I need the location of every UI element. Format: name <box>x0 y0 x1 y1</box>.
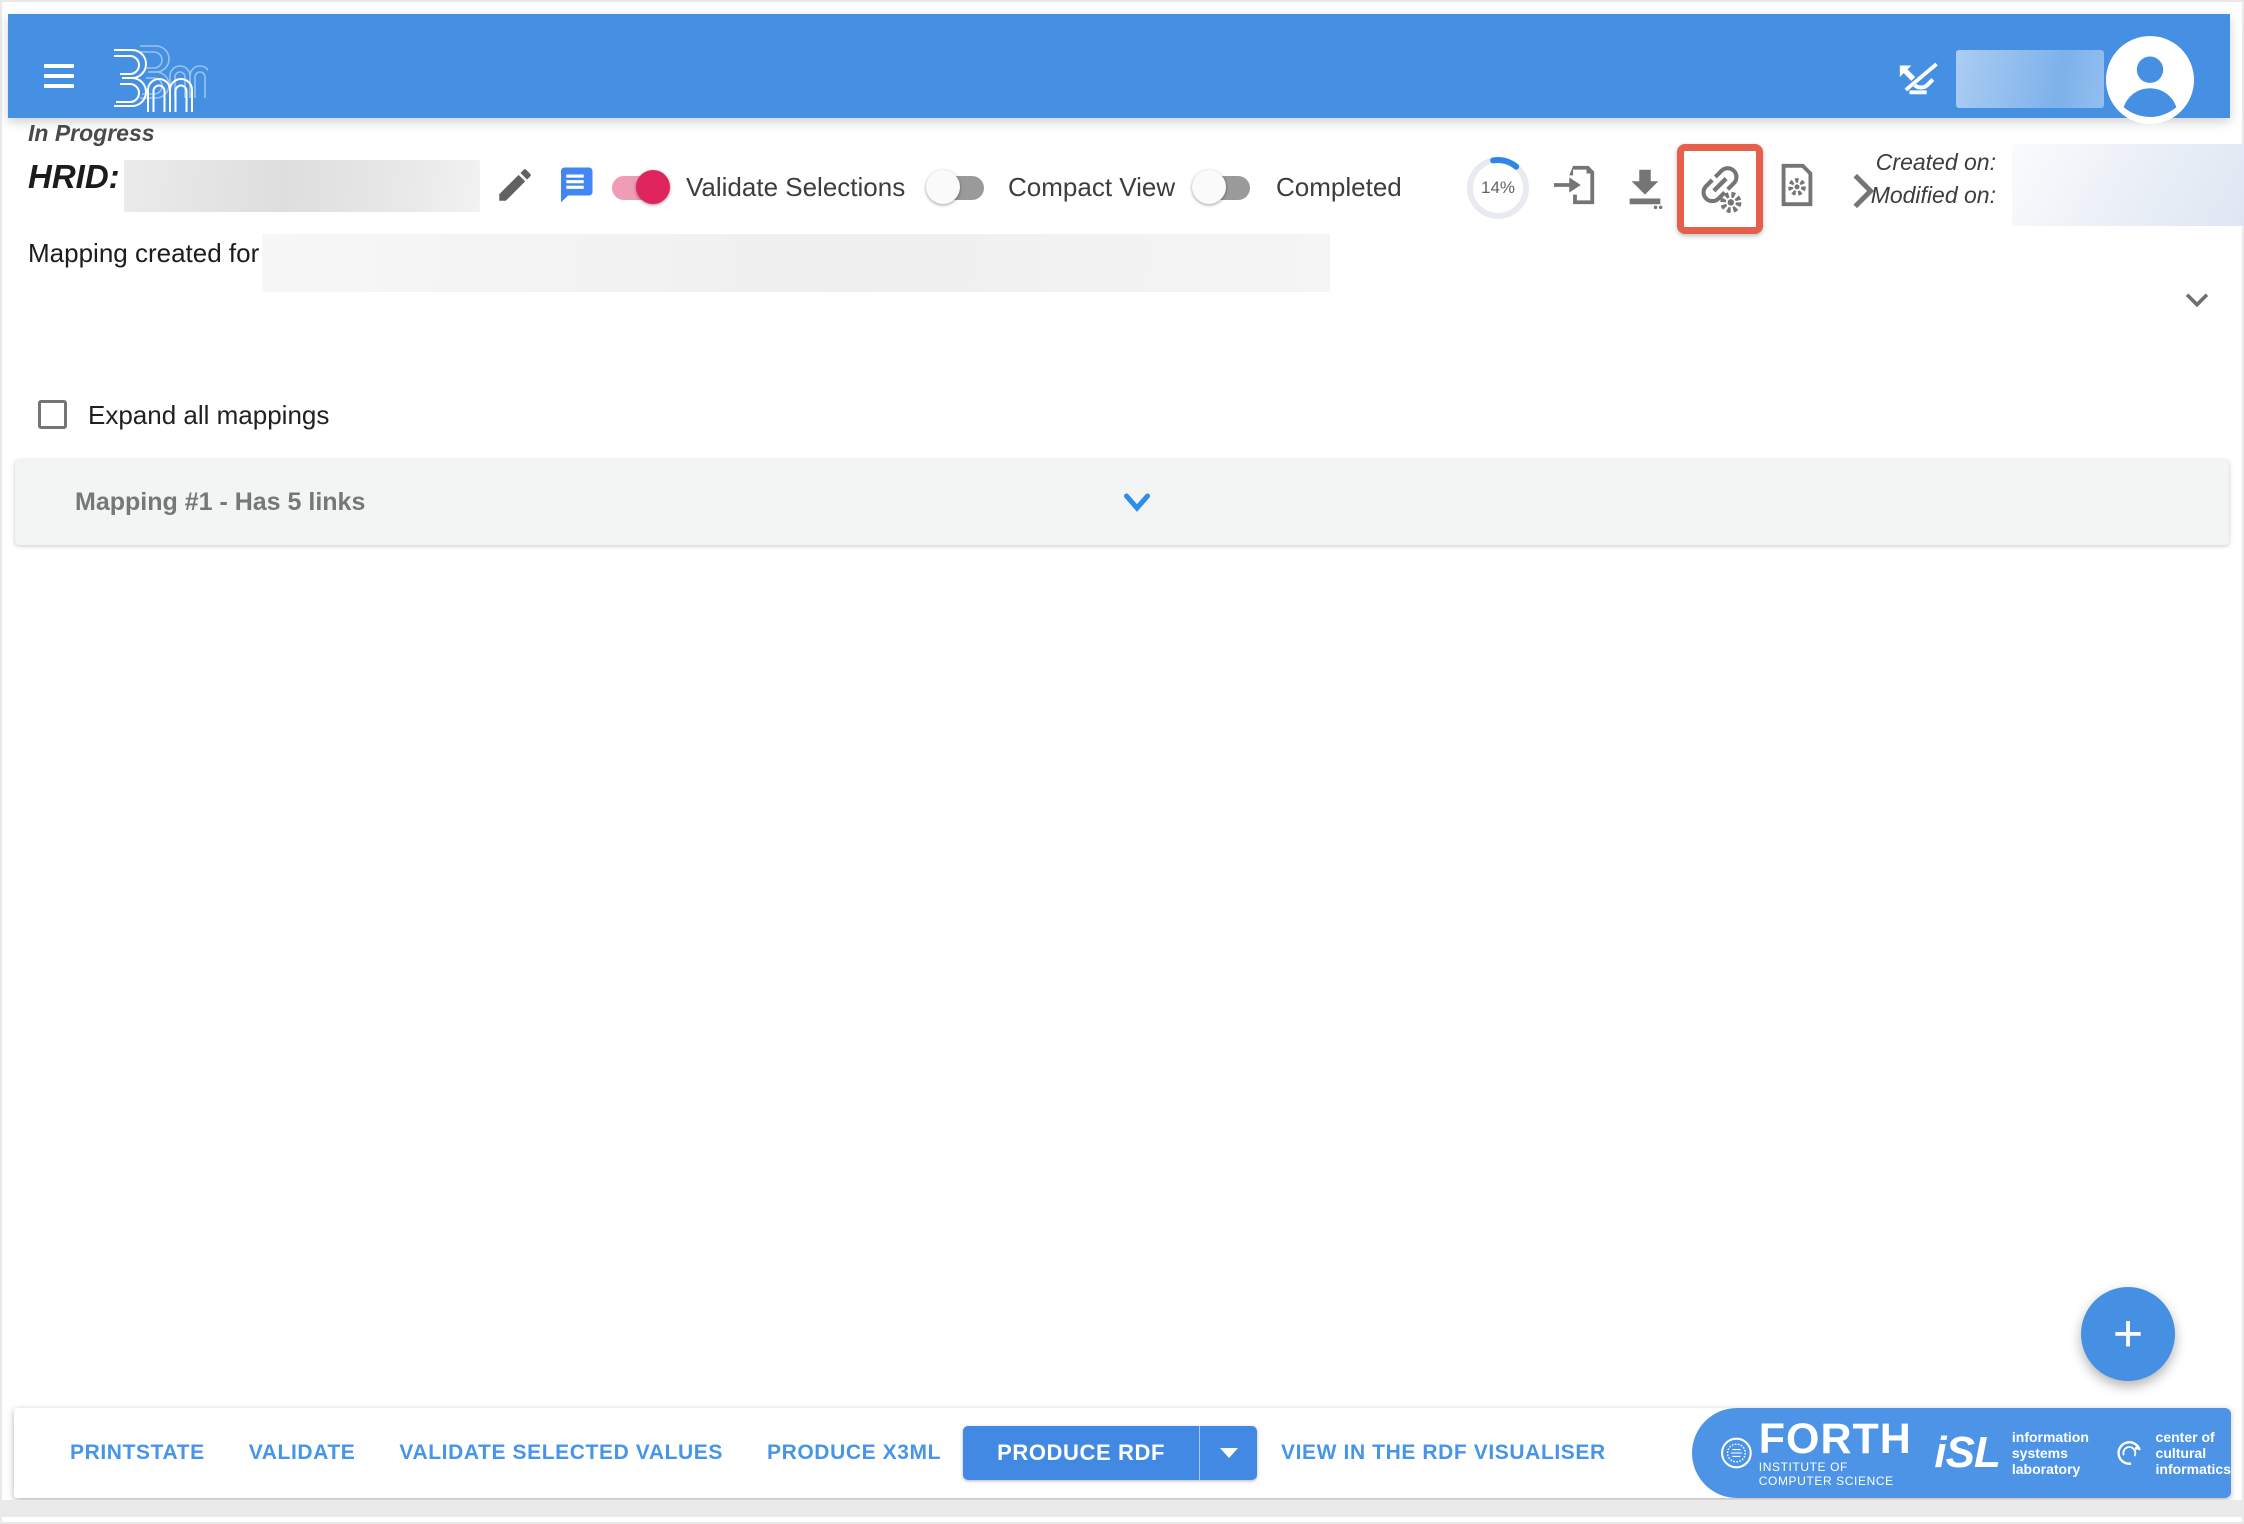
hrid-label: HRID: <box>28 158 120 196</box>
forth-seal-icon <box>1720 1429 1753 1477</box>
produce-x3ml-button[interactable]: PRODUCE X3ML <box>767 1441 941 1465</box>
avatar[interactable] <box>2106 36 2194 124</box>
mapping-title: Mapping #1 - Has 5 links <box>75 488 365 517</box>
cci-mark-icon <box>2115 1432 2144 1474</box>
forth-subtitle: INSTITUTE OF COMPUTER SCIENCE <box>1759 1460 1915 1488</box>
section-collapse-chevron-icon[interactable] <box>2180 282 2214 316</box>
forth-isl-branding: FORTH INSTITUTE OF COMPUTER SCIENCE iSL … <box>1692 1408 2231 1498</box>
isl-logo-text: iSL <box>1934 1428 1999 1478</box>
compact-view-toggle[interactable] <box>928 168 986 206</box>
produce-rdf-button[interactable]: PRODUCE RDF <box>963 1426 1199 1480</box>
completed-toggle[interactable] <box>1194 168 1252 206</box>
produce-rdf-dropdown-button[interactable] <box>1199 1426 1257 1480</box>
progress-percent: 14% <box>1464 154 1532 222</box>
hrid-value-redacted <box>124 160 480 212</box>
validate-button[interactable]: VALIDATE <box>249 1441 356 1465</box>
cci-caption: center of cultural informatics <box>2156 1429 2231 1477</box>
compact-view-label: Compact View <box>1008 172 1175 203</box>
produce-rdf-split-button: PRODUCE RDF <box>963 1426 1257 1480</box>
username-redacted <box>1956 50 2104 108</box>
page-bottom-strip <box>2 1500 2242 1517</box>
completion-progress-ring: 14% <box>1464 154 1532 222</box>
meta-labels: Created on: Modified on: <box>1770 146 1996 212</box>
hand-gesture-icon[interactable] <box>1896 54 1942 100</box>
download-button[interactable] <box>1622 164 1668 210</box>
printstate-button[interactable]: PRINTSTATE <box>70 1441 205 1465</box>
highlight-box <box>1677 144 1763 234</box>
forth-logo-text: FORTH <box>1759 1419 1915 1459</box>
created-on-label: Created on: <box>1770 146 1996 179</box>
generate-links-button[interactable] <box>1694 163 1746 215</box>
app-bar <box>8 14 2230 118</box>
expand-mapping-chevron-icon[interactable] <box>1119 484 1155 520</box>
mapping-panel-header[interactable]: Mapping #1 - Has 5 links <box>15 460 2229 545</box>
import-button[interactable] <box>1552 162 1598 208</box>
modified-on-label: Modified on: <box>1770 179 1996 212</box>
validate-selected-values-button[interactable]: VALIDATE SELECTED VALUES <box>399 1441 723 1465</box>
rdf-visualiser-link[interactable]: VIEW IN THE RDF VISUALISER <box>1281 1441 1606 1465</box>
status-label: In Progress <box>28 120 155 147</box>
menu-icon[interactable] <box>44 64 74 88</box>
add-mapping-fab[interactable]: + <box>2081 1287 2175 1381</box>
caret-down-icon <box>1220 1448 1238 1458</box>
validate-selections-label: Validate Selections <box>686 172 905 203</box>
completed-label: Completed <box>1276 172 1402 203</box>
app-logo-3m <box>108 36 208 120</box>
edit-hrid-button[interactable] <box>494 164 536 206</box>
expand-all-checkbox[interactable] <box>38 400 67 429</box>
link-gear-icon <box>1694 163 1746 215</box>
validate-selections-toggle[interactable] <box>610 168 668 206</box>
dates-redacted <box>2012 144 2244 226</box>
expand-all-label: Expand all mappings <box>88 400 329 431</box>
mapping-created-for-redacted <box>262 234 1330 292</box>
isl-caption: information systems laboratory <box>2012 1429 2089 1477</box>
comment-icon[interactable] <box>554 164 596 206</box>
mapping-created-for-label: Mapping created for <box>28 238 259 269</box>
